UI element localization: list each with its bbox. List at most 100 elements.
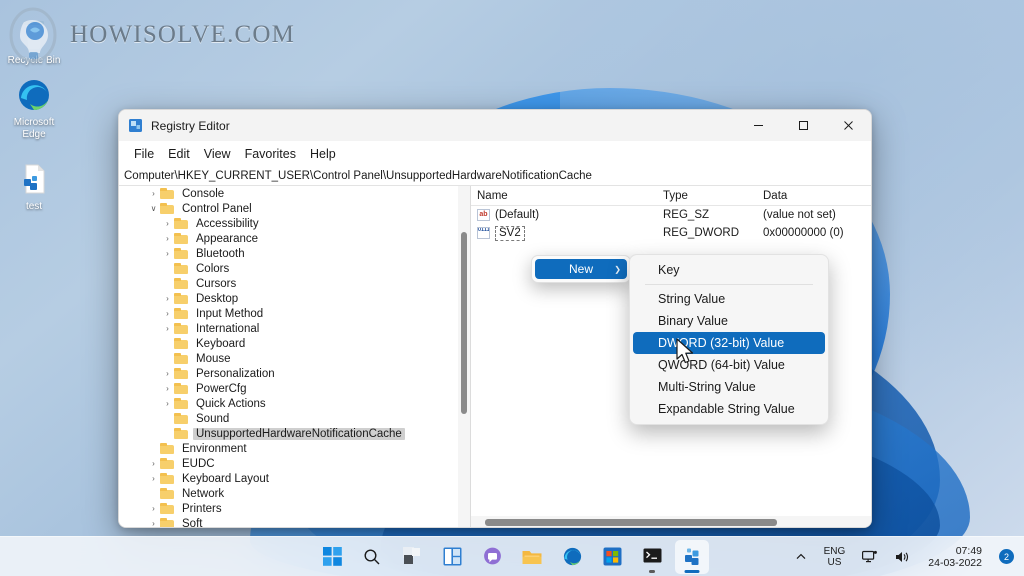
chevron-right-icon[interactable]: › bbox=[161, 306, 174, 321]
chevron-right-icon[interactable]: › bbox=[161, 291, 174, 306]
tree-item[interactable]: UnsupportedHardwareNotificationCache bbox=[119, 426, 458, 441]
registry-editor-button[interactable] bbox=[675, 539, 709, 574]
desktop-icon-label-2: Edge bbox=[22, 129, 46, 140]
microsoft-store-button[interactable] bbox=[595, 540, 629, 574]
tree-item-label: Bluetooth bbox=[196, 247, 245, 260]
volume-button[interactable] bbox=[891, 547, 915, 567]
task-view-button[interactable] bbox=[395, 540, 429, 574]
tree-item[interactable]: Colors bbox=[119, 261, 458, 276]
search-button[interactable] bbox=[355, 540, 389, 574]
start-button[interactable] bbox=[315, 540, 349, 574]
network-button[interactable] bbox=[858, 547, 882, 567]
chevron-down-icon[interactable]: ∨ bbox=[147, 201, 160, 216]
tree-item[interactable]: › Printers bbox=[119, 501, 458, 516]
submenu-item[interactable]: String Value bbox=[633, 288, 825, 310]
chevron-right-icon[interactable]: › bbox=[161, 396, 174, 411]
chevron-right-icon[interactable]: › bbox=[147, 501, 160, 516]
chevron-right-icon[interactable]: › bbox=[147, 456, 160, 471]
file-explorer-button[interactable] bbox=[515, 540, 549, 574]
tree-item[interactable]: › Personalization bbox=[119, 366, 458, 381]
context-menu-item-new[interactable]: New ❯ bbox=[535, 259, 627, 279]
tree-item-label: Mouse bbox=[196, 352, 231, 365]
menu-help[interactable]: Help bbox=[303, 144, 343, 164]
folder-icon bbox=[174, 383, 188, 394]
folder-icon bbox=[174, 308, 188, 319]
tree-item[interactable]: Sound bbox=[119, 411, 458, 426]
terminal-button[interactable] bbox=[635, 540, 669, 574]
tree-item[interactable]: ∨ Control Panel bbox=[119, 201, 458, 216]
chevron-right-icon[interactable]: › bbox=[161, 231, 174, 246]
values-scrollbar-thumb[interactable] bbox=[485, 519, 777, 526]
maximize-button[interactable] bbox=[781, 110, 826, 141]
window-titlebar[interactable]: Registry Editor bbox=[119, 110, 871, 141]
menu-favorites[interactable]: Favorites bbox=[238, 144, 303, 164]
column-header-data[interactable]: Data bbox=[757, 190, 871, 202]
submenu-item[interactable]: Key bbox=[633, 259, 825, 281]
address-bar[interactable]: Computer\HKEY_CURRENT_USER\Control Panel… bbox=[119, 166, 871, 186]
folder-icon bbox=[174, 248, 188, 259]
column-header-name[interactable]: Name bbox=[471, 190, 657, 202]
chevron-right-icon[interactable]: › bbox=[147, 471, 160, 486]
menu-view[interactable]: View bbox=[197, 144, 238, 164]
submenu-item[interactable]: Binary Value bbox=[633, 310, 825, 332]
registry-tree-pane[interactable]: › Console ∨ Control Panel › Accessibility › App… bbox=[119, 186, 471, 527]
chevron-right-icon[interactable]: › bbox=[161, 216, 174, 231]
tree-item[interactable]: › International bbox=[119, 321, 458, 336]
tree-item[interactable]: › Console bbox=[119, 186, 458, 201]
tree-item[interactable]: › PowerCfg bbox=[119, 381, 458, 396]
network-icon bbox=[862, 550, 878, 562]
widgets-button[interactable] bbox=[435, 540, 469, 574]
clock[interactable]: 07:49 24-03-2022 bbox=[924, 542, 986, 572]
tree-item[interactable]: › Quick Actions bbox=[119, 396, 458, 411]
desktop-icon-test[interactable]: test bbox=[2, 160, 66, 213]
chevron-right-icon[interactable]: › bbox=[147, 516, 160, 527]
menu-edit[interactable]: Edit bbox=[161, 144, 197, 164]
tree-item[interactable]: › Input Method bbox=[119, 306, 458, 321]
notification-center-button[interactable]: 2 bbox=[995, 546, 1018, 567]
tree-item[interactable]: Keyboard bbox=[119, 336, 458, 351]
folder-icon bbox=[160, 503, 174, 514]
chevron-right-icon[interactable]: › bbox=[161, 321, 174, 336]
edge-button[interactable] bbox=[555, 540, 589, 574]
close-button[interactable] bbox=[826, 110, 871, 141]
chevron-right-icon[interactable]: › bbox=[147, 186, 160, 201]
tree-item[interactable]: › Keyboard Layout bbox=[119, 471, 458, 486]
submenu-item[interactable]: QWORD (64-bit) Value bbox=[633, 354, 825, 376]
tree-item[interactable]: › Bluetooth bbox=[119, 246, 458, 261]
chat-button[interactable] bbox=[475, 540, 509, 574]
tree-item[interactable]: › Soft bbox=[119, 516, 458, 527]
value-row[interactable]: 011100 SV2 REG_DWORD 0x00000000 (0) bbox=[471, 224, 871, 242]
tree-item[interactable]: Environment bbox=[119, 441, 458, 456]
values-horizontal-scrollbar[interactable] bbox=[471, 516, 871, 527]
column-header-type[interactable]: Type bbox=[657, 190, 757, 202]
tree-item[interactable]: Network bbox=[119, 486, 458, 501]
tree-item[interactable]: › EUDC bbox=[119, 456, 458, 471]
menu-file[interactable]: File bbox=[127, 144, 161, 164]
submenu-item[interactable]: DWORD (32-bit) Value bbox=[633, 332, 825, 354]
minimize-button[interactable] bbox=[736, 110, 781, 141]
submenu-item[interactable]: Multi-String Value bbox=[633, 376, 825, 398]
language-line-2: US bbox=[827, 556, 842, 568]
value-cell-type: REG_DWORD bbox=[663, 227, 740, 239]
tree-scrollbar-thumb[interactable] bbox=[461, 232, 467, 414]
submenu-item[interactable]: Expandable String Value bbox=[633, 398, 825, 420]
tree-item[interactable]: › Accessibility bbox=[119, 216, 458, 231]
tree-vertical-scrollbar[interactable] bbox=[458, 186, 470, 527]
tree-item[interactable]: › Desktop bbox=[119, 291, 458, 306]
tree-item[interactable]: Mouse bbox=[119, 351, 458, 366]
chevron-right-icon[interactable]: › bbox=[161, 246, 174, 261]
desktop-icon-microsoft-edge[interactable]: Microsoft Edge bbox=[2, 76, 66, 141]
folder-icon bbox=[160, 488, 174, 499]
desktop-icon-recycle-bin[interactable]: Recycle Bin bbox=[2, 14, 66, 67]
show-hidden-icons-button[interactable] bbox=[791, 548, 811, 566]
menubar: File Edit View Favorites Help bbox=[119, 141, 871, 166]
windows-logo-icon bbox=[322, 547, 342, 566]
tree-item[interactable]: › Appearance bbox=[119, 231, 458, 246]
tree-item[interactable]: Cursors bbox=[119, 276, 458, 291]
value-name-edit-box[interactable]: SV2 bbox=[495, 225, 525, 241]
chevron-right-icon[interactable]: › bbox=[161, 381, 174, 396]
chevron-right-icon[interactable]: › bbox=[161, 366, 174, 381]
language-indicator[interactable]: ENG US bbox=[820, 543, 850, 571]
tree-item-label: PowerCfg bbox=[196, 382, 247, 395]
value-row[interactable]: ab (Default) REG_SZ (value not set) bbox=[471, 206, 871, 224]
